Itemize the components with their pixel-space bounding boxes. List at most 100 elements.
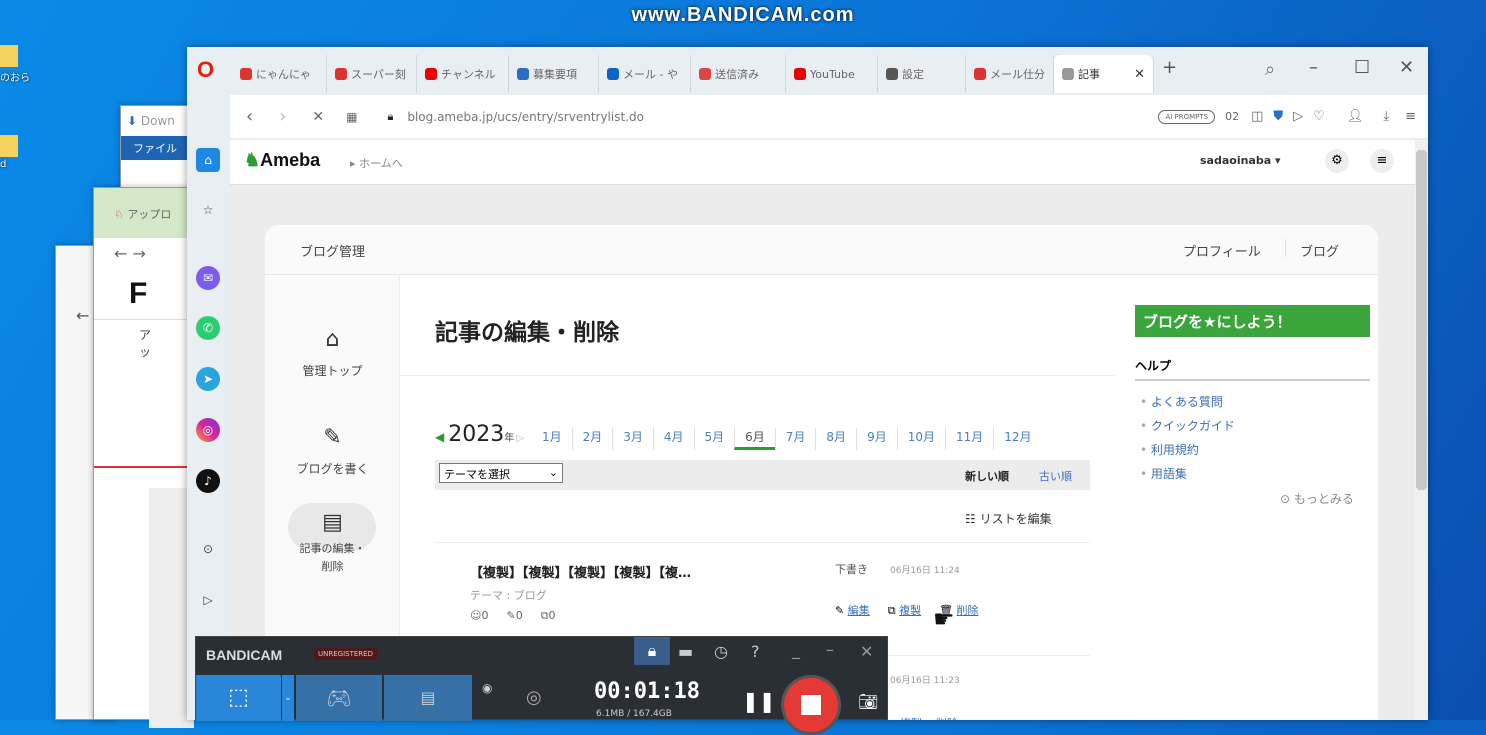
help-link[interactable]: • 利用規約 [1140, 438, 1235, 462]
heart-icon[interactable]: ♡ [1313, 109, 1325, 124]
device-mode-button[interactable]: ▤ [384, 675, 472, 721]
month-link[interactable]: 8月 [815, 428, 856, 450]
help-link[interactable]: • よくある質問 [1140, 390, 1235, 414]
tab-search-icon[interactable]: ⌕ [1265, 59, 1275, 80]
stop-record-button[interactable] [781, 675, 841, 735]
url-input[interactable]: blog.ameba.jp/ucs/entry/srventrylist.do [407, 110, 1158, 124]
opera-logo-icon[interactable]: O [197, 57, 214, 83]
entry-title[interactable]: 【複製】【複製】【複製】【複製】【複… [470, 562, 691, 581]
month-link[interactable]: 6月 [734, 428, 775, 450]
browser-tab[interactable]: 送信済み [691, 55, 786, 93]
home-icon[interactable]: ⌂ [196, 148, 220, 172]
whatsapp-icon[interactable]: ✆ [196, 316, 220, 340]
ameba-logo[interactable]: ♞Ameba [244, 150, 320, 171]
speed-dial-icon[interactable]: ▦ [346, 110, 357, 124]
theme-select[interactable]: テーマを選択 ⌄ [439, 463, 563, 483]
browser-tab[interactable]: YouTube [786, 55, 878, 93]
folder-icon[interactable]: ▬ [678, 642, 693, 661]
tiktok-icon[interactable]: ♪ [196, 469, 220, 493]
upload-tab-label[interactable]: アップロ [127, 208, 171, 221]
messenger-icon[interactable]: ✉ [196, 266, 220, 290]
maximize-icon[interactable]: ☐ [1354, 57, 1370, 78]
unregistered-badge[interactable]: UNREGISTERED [314, 648, 377, 660]
instagram-icon[interactable]: ◎ [196, 418, 220, 442]
browser-tab[interactable]: スーパー刻 [327, 55, 417, 93]
month-link[interactable]: 4月 [652, 428, 694, 450]
delete-link[interactable]: 削除 [936, 715, 958, 720]
forward-icon[interactable]: › [279, 106, 286, 127]
shield-icon[interactable]: ⛊ [1273, 109, 1283, 124]
browser-tab[interactable]: 募集要項 [509, 55, 599, 93]
settings-gear-icon[interactable]: ⚙ [1325, 149, 1349, 173]
user-menu[interactable]: sadaoinaba ▾ [1200, 154, 1281, 167]
clock-icon[interactable]: ◷ [714, 642, 728, 661]
sort-newest[interactable]: 新しい順 [965, 468, 1009, 484]
ai-prompts-button[interactable]: AI PROMPTS [1158, 109, 1216, 124]
desktop-icon[interactable]: d [0, 135, 40, 170]
camera-icon[interactable]: 📷︎ [858, 692, 878, 711]
month-link[interactable]: 9月 [856, 428, 897, 450]
nav-write-blog[interactable]: ✎ ブログを書く [265, 425, 400, 477]
minimize-to-tray-icon[interactable]: _ [792, 640, 800, 659]
profile-link[interactable]: プロフィール [1183, 241, 1261, 260]
player-icon[interactable]: ⊙ [196, 537, 220, 561]
play-icon[interactable]: ▷ [1293, 109, 1303, 124]
month-link[interactable]: 1月 [532, 428, 572, 450]
telegram-icon[interactable]: ➤ [196, 367, 220, 391]
browser-tab[interactable]: 設定 [878, 55, 966, 93]
stop-icon[interactable]: ✕ [312, 109, 324, 125]
next-year-icon[interactable]: ▷ [516, 433, 524, 444]
month-link[interactable]: 12月 [993, 428, 1041, 450]
month-link[interactable]: 11月 [944, 428, 993, 450]
month-link[interactable]: 10月 [896, 428, 945, 450]
edit-list-button[interactable]: ☷ リストを編集 [965, 510, 1052, 527]
bandicam-minimize-icon[interactable]: – [826, 640, 834, 659]
bandicam-close-icon[interactable]: ✕ [860, 642, 873, 661]
edit-link[interactable]: ✎ 編集 [835, 602, 870, 618]
download-icon[interactable]: ⤓ [1383, 109, 1389, 124]
browser-tab[interactable]: メール仕分 [966, 55, 1054, 93]
webcam-icon[interactable]: ◎ [526, 687, 542, 708]
month-link[interactable]: 3月 [612, 428, 653, 450]
flow-icon[interactable]: ▷ [196, 588, 220, 612]
lock-icon[interactable]: 🔒︎ [634, 637, 670, 665]
month-link[interactable]: 7月 [774, 428, 816, 450]
speaker-icon[interactable]: ◉ [482, 681, 492, 695]
more-link[interactable]: ⊙ もっとみる [1280, 490, 1354, 507]
badge-count[interactable]: 02 [1225, 110, 1239, 123]
nav-edit-delete[interactable]: ▤ 記事の編集・ 削除 [265, 512, 400, 576]
sort-oldest[interactable]: 古い順 [1039, 468, 1072, 484]
help-link[interactable]: • クイックガイド [1140, 414, 1235, 438]
minimize-icon[interactable]: – [1309, 57, 1318, 78]
star-icon[interactable]: ☆ [196, 198, 220, 222]
help-link[interactable]: • 用語集 [1140, 462, 1235, 486]
upload-button[interactable]: アッ [94, 319, 192, 366]
prev-year-icon[interactable]: ◀ [435, 430, 444, 444]
mode-dropdown-icon[interactable]: ⌄ [282, 675, 294, 721]
copy-link[interactable]: 複製 [900, 715, 922, 720]
month-link[interactable]: 2月 [571, 428, 613, 450]
blog-link[interactable]: ブログ [1300, 241, 1339, 260]
profile-icon[interactable]: 👤︎ [1347, 109, 1364, 124]
browser-tab[interactable]: にゃんにゃ [232, 55, 327, 93]
game-mode-button[interactable]: 🎮︎ [296, 675, 382, 721]
pause-icon[interactable]: ❚❚ [742, 689, 776, 713]
easy-setup-icon[interactable]: ≡ [1405, 109, 1416, 124]
desktop-icon[interactable]: のおら [0, 45, 40, 84]
nav-arrows-icon[interactable]: ← → [94, 238, 192, 269]
month-link[interactable]: 5月 [693, 428, 735, 450]
copy-link[interactable]: ⧉ 複製 [888, 602, 921, 618]
browser-tab[interactable]: 記事 ✕ [1054, 55, 1154, 93]
upload-window[interactable]: ♘ アップロ ← → F アッ [93, 187, 194, 728]
help-icon[interactable]: ? [751, 642, 760, 661]
page-scrollbar[interactable] [1415, 140, 1428, 720]
hamburger-menu-icon[interactable]: ≡ [1370, 149, 1394, 173]
tab-close-icon[interactable]: ✕ [1134, 67, 1145, 82]
snapshot-icon[interactable]: ◫ [1251, 109, 1263, 124]
browser-tab[interactable]: チャンネル [417, 55, 509, 93]
new-tab-icon[interactable]: + [1154, 47, 1185, 93]
home-link[interactable]: ▸ ホームへ [350, 155, 403, 171]
close-window-icon[interactable]: ✕ [1399, 57, 1414, 78]
back-icon[interactable]: ‹ [246, 106, 253, 127]
nav-admin-top[interactable]: ⌂ 管理トップ [265, 327, 400, 379]
